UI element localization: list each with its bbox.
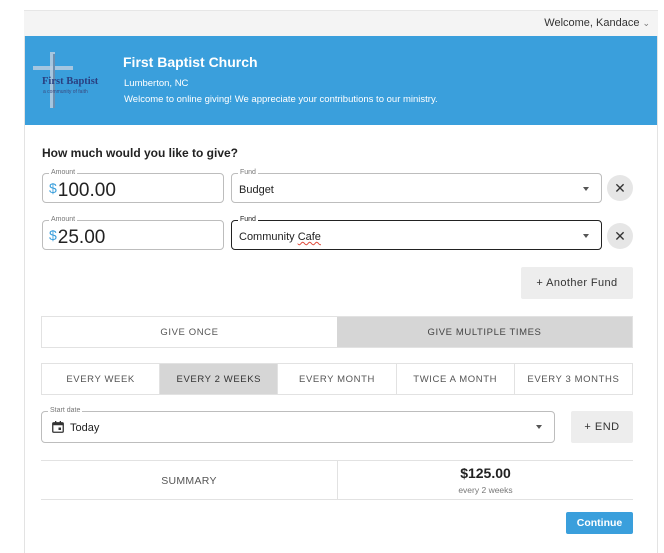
- church-logo: First Baptist a community of faith: [33, 52, 99, 108]
- fund-value: Budget: [239, 184, 274, 196]
- amount-label: Amount: [49, 168, 78, 178]
- amount-value: $100.00: [49, 180, 116, 202]
- logo-title: First Baptist: [42, 76, 99, 87]
- church-welcome-message: Welcome to online giving! We appreciate …: [124, 94, 438, 105]
- amount-field[interactable]: Amount $100.00: [42, 168, 224, 203]
- giving-summary: SUMMARY $125.00 every 2 weeks: [41, 460, 633, 500]
- frequency-every-3-months[interactable]: EVERY 3 MONTHS: [514, 364, 633, 394]
- frequency-every-2-weeks[interactable]: EVERY 2 WEEKS: [160, 364, 279, 394]
- user-menu[interactable]: Welcome, Kandace ⌄: [544, 17, 650, 29]
- amount-field[interactable]: Amount $25.00: [42, 215, 224, 250]
- frequency-twice-a-month[interactable]: TWICE A MONTH: [396, 364, 515, 394]
- remove-fund-button[interactable]: ✕: [607, 223, 633, 249]
- logo-tagline: a community of faith: [43, 89, 88, 95]
- continue-button[interactable]: Continue: [566, 512, 633, 534]
- remove-fund-button[interactable]: ✕: [607, 175, 633, 201]
- currency-symbol: $: [49, 180, 57, 196]
- start-date-label: Start date: [48, 406, 83, 416]
- amount-value: $25.00: [49, 227, 105, 249]
- fund-label: Fund: [238, 168, 258, 178]
- summary-frequency: every 2 weeks: [458, 485, 513, 495]
- start-date-select[interactable]: Start date Today: [41, 406, 555, 443]
- chevron-down-icon: [583, 187, 589, 191]
- fund-select[interactable]: Fund Community Cafe: [231, 215, 602, 250]
- give-mode-toggle: GIVE ONCE GIVE MULTIPLE TIMES: [41, 316, 633, 348]
- frequency-every-week[interactable]: EVERY WEEK: [42, 364, 161, 394]
- fund-select[interactable]: Fund Budget: [231, 168, 602, 203]
- close-icon: ✕: [614, 227, 626, 244]
- give-once-option[interactable]: GIVE ONCE: [42, 317, 337, 347]
- frequency-selector: EVERY WEEK EVERY 2 WEEKS EVERY MONTH TWI…: [41, 363, 633, 395]
- top-bar: Welcome, Kandace ⌄: [24, 10, 658, 36]
- fund-value-suffix: Cafe: [297, 231, 321, 243]
- chevron-down-icon: [583, 234, 589, 238]
- giving-card: First Baptist a community of faith First…: [24, 36, 658, 553]
- currency-symbol: $: [49, 227, 57, 243]
- caret-down-icon: ⌄: [642, 18, 650, 28]
- welcome-text: Welcome, Kandace: [544, 17, 640, 29]
- calendar-icon: [52, 421, 64, 433]
- fund-value-prefix: Community: [239, 231, 298, 243]
- amount-number: 25.00: [57, 227, 106, 248]
- summary-total: $125.00: [460, 465, 511, 481]
- close-icon: ✕: [614, 179, 626, 196]
- church-name: First Baptist Church: [123, 54, 258, 70]
- add-another-fund-button[interactable]: + Another Fund: [521, 267, 633, 299]
- give-amount-question: How much would you like to give?: [42, 146, 239, 160]
- give-multiple-times-option[interactable]: GIVE MULTIPLE TIMES: [337, 317, 632, 347]
- church-header: First Baptist a community of faith First…: [25, 36, 657, 125]
- start-date-value: Today: [70, 422, 100, 434]
- chevron-down-icon: [536, 425, 542, 429]
- frequency-every-month[interactable]: EVERY MONTH: [278, 364, 397, 394]
- add-end-date-button[interactable]: + END: [571, 411, 633, 443]
- fund-value: Community Cafe: [239, 231, 321, 243]
- amount-label: Amount: [49, 215, 78, 225]
- church-city: Lumberton, NC: [124, 78, 189, 89]
- summary-label: SUMMARY: [161, 475, 217, 487]
- amount-number: 100.00: [57, 180, 116, 201]
- fund-label: Fund: [238, 215, 258, 225]
